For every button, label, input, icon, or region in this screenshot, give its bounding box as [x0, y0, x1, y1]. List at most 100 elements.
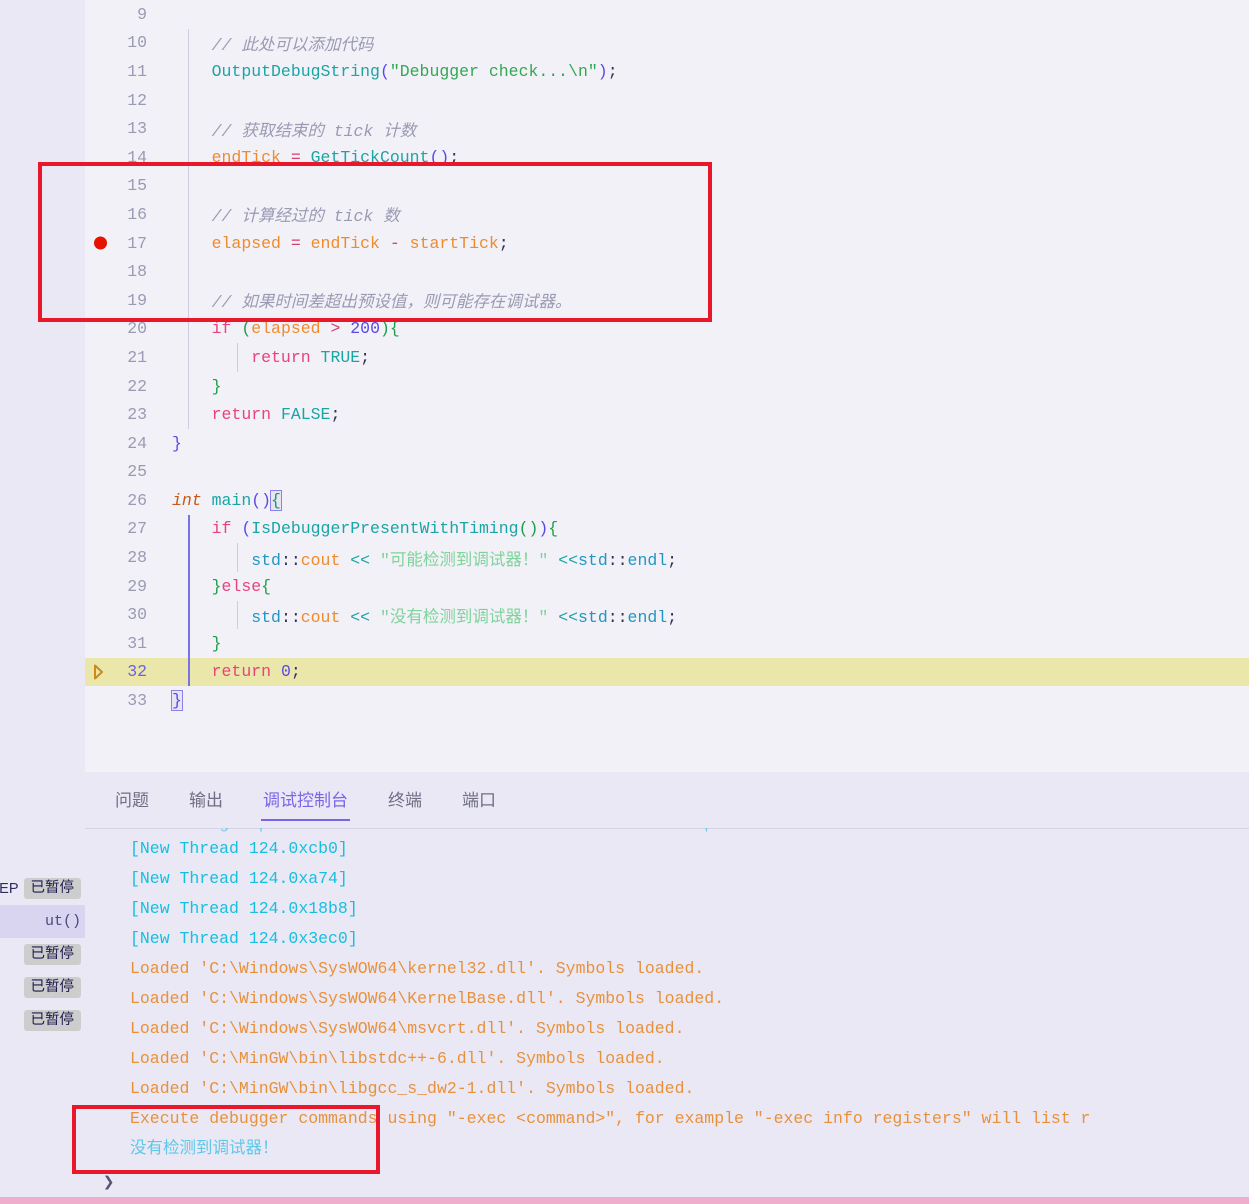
code-token: }: [172, 691, 182, 710]
code-line[interactable]: 17 elapsed = endTick - startTick;: [85, 229, 1249, 258]
code-line[interactable]: 13 // 获取结束的 tick 计数: [85, 114, 1249, 143]
code-line[interactable]: 28 std::cout << "可能检测到调试器！" <<std::endl;: [85, 543, 1249, 572]
code-line[interactable]: 31 }: [85, 629, 1249, 658]
panel-tab-3[interactable]: 终端: [386, 780, 424, 821]
code-line[interactable]: 24}: [85, 429, 1249, 458]
line-number[interactable]: 11: [85, 62, 160, 81]
code-line-list[interactable]: 9 10 // 此处可以添加代码11 OutputDebugString("Deb…: [85, 0, 1249, 715]
panel-tab-bar[interactable]: 问题输出调试控制台终端端口: [85, 772, 1249, 828]
paused-badge: 已暂停: [24, 1010, 82, 1032]
panel-tab-2[interactable]: 调试控制台: [261, 780, 350, 821]
code-token: ;: [360, 348, 370, 367]
code-token: [172, 36, 212, 55]
code-text: }: [160, 434, 182, 453]
line-number[interactable]: 12: [85, 91, 160, 110]
code-token: ): [598, 62, 608, 81]
code-line[interactable]: 20 if (elapsed > 200){: [85, 315, 1249, 344]
code-line[interactable]: 14 endTick = GetTickCount();: [85, 143, 1249, 172]
call-stack-row[interactable]: 已暂停: [0, 971, 85, 1004]
code-line[interactable]: 16 // 计算经过的 tick 数: [85, 200, 1249, 229]
line-number[interactable]: 27: [85, 519, 160, 538]
call-stack-row[interactable]: 已暂停: [0, 1004, 85, 1037]
code-token: ::: [608, 608, 628, 627]
line-number[interactable]: 30: [85, 605, 160, 624]
code-line[interactable]: 9: [85, 0, 1249, 29]
line-number[interactable]: 29: [85, 577, 160, 596]
breakpoint-icon[interactable]: [94, 237, 107, 250]
code-token: elapsed: [212, 234, 281, 253]
line-number[interactable]: 9: [85, 5, 160, 24]
code-token: [271, 405, 281, 424]
call-stack-frame-label: EP: [0, 881, 19, 897]
console-input-row[interactable]: ❯: [85, 1164, 1249, 1200]
code-text: }: [160, 377, 222, 396]
line-number[interactable]: 10: [85, 33, 160, 52]
line-number[interactable]: 26: [85, 491, 160, 510]
code-line[interactable]: 15: [85, 172, 1249, 201]
panel-tab-1[interactable]: 输出: [187, 780, 225, 821]
line-number[interactable]: 32: [85, 662, 160, 681]
paused-badge: 已暂停: [24, 944, 82, 966]
code-token: (: [241, 319, 251, 338]
code-line[interactable]: 10 // 此处可以添加代码: [85, 29, 1249, 58]
code-line[interactable]: 18: [85, 257, 1249, 286]
code-line[interactable]: 29 }else{: [85, 572, 1249, 601]
line-number[interactable]: 24: [85, 434, 160, 453]
code-line[interactable]: 26int main(){: [85, 486, 1249, 515]
code-line[interactable]: 22 }: [85, 372, 1249, 401]
line-number[interactable]: 13: [85, 119, 160, 138]
code-line[interactable]: 30 std::cout << "没有检测到调试器！" <<std::endl;: [85, 600, 1249, 629]
indent-guide: [237, 543, 238, 572]
code-token: endTick: [212, 148, 281, 167]
code-line[interactable]: 12: [85, 86, 1249, 115]
line-number[interactable]: 21: [85, 348, 160, 367]
status-bar[interactable]: [0, 1197, 1249, 1204]
line-number[interactable]: 19: [85, 291, 160, 310]
code-line[interactable]: 27 if (IsDebuggerPresentWithTiming()){: [85, 515, 1249, 544]
code-token: std: [578, 551, 608, 570]
call-stack-row[interactable]: 已暂停: [0, 938, 85, 971]
line-number[interactable]: 31: [85, 634, 160, 653]
call-stack-row[interactable]: EP已暂停: [0, 872, 85, 905]
code-line[interactable]: 21 return TRUE;: [85, 343, 1249, 372]
debug-console[interactable]: --thread-group i1 --thread 1 --frame 0 -…: [85, 828, 1249, 1204]
code-line[interactable]: 19 // 如果时间差超出预设值，则可能存在调试器。: [85, 286, 1249, 315]
line-number[interactable]: 28: [85, 548, 160, 567]
code-token: cout: [301, 551, 341, 570]
line-number[interactable]: 16: [85, 205, 160, 224]
console-line: [New Thread 124.0x3ec0]: [85, 924, 1249, 954]
panel-tab-0[interactable]: 问题: [113, 780, 151, 821]
line-number[interactable]: 18: [85, 262, 160, 281]
code-line[interactable]: 11 OutputDebugString("Debugger check...\…: [85, 57, 1249, 86]
code-token: ;: [667, 608, 677, 627]
line-number[interactable]: 17: [85, 234, 160, 253]
call-stack-row[interactable]: ut(): [0, 905, 85, 938]
code-token: ::: [281, 551, 301, 570]
line-number[interactable]: 22: [85, 377, 160, 396]
line-number[interactable]: 25: [85, 462, 160, 481]
line-number[interactable]: 14: [85, 148, 160, 167]
code-token: endl: [628, 608, 668, 627]
code-token: return: [212, 662, 271, 681]
line-number[interactable]: 23: [85, 405, 160, 424]
code-token: std: [251, 608, 281, 627]
code-line[interactable]: 25: [85, 458, 1249, 487]
code-text: elapsed = endTick - startTick;: [160, 234, 509, 253]
line-number[interactable]: 20: [85, 319, 160, 338]
code-text: // 获取结束的 tick 计数: [160, 117, 416, 141]
code-token: ): [538, 519, 548, 538]
console-line: Loaded 'C:\Windows\SysWOW64\kernel32.dll…: [85, 954, 1249, 984]
code-token: [172, 634, 212, 653]
code-token: }: [172, 434, 182, 453]
code-line[interactable]: 32 return 0;: [85, 658, 1249, 687]
panel-tab-4[interactable]: 端口: [460, 780, 498, 821]
code-line[interactable]: 33}: [85, 686, 1249, 715]
code-token: {: [390, 319, 400, 338]
code-token: }: [212, 577, 222, 596]
code-editor[interactable]: 9 10 // 此处可以添加代码11 OutputDebugString("Deb…: [85, 0, 1249, 772]
line-number[interactable]: 15: [85, 176, 160, 195]
line-number[interactable]: 33: [85, 691, 160, 710]
code-token: {: [271, 491, 281, 510]
code-line[interactable]: 23 return FALSE;: [85, 400, 1249, 429]
console-output-list: [New Thread 124.0xcb0][New Thread 124.0x…: [85, 828, 1249, 1164]
